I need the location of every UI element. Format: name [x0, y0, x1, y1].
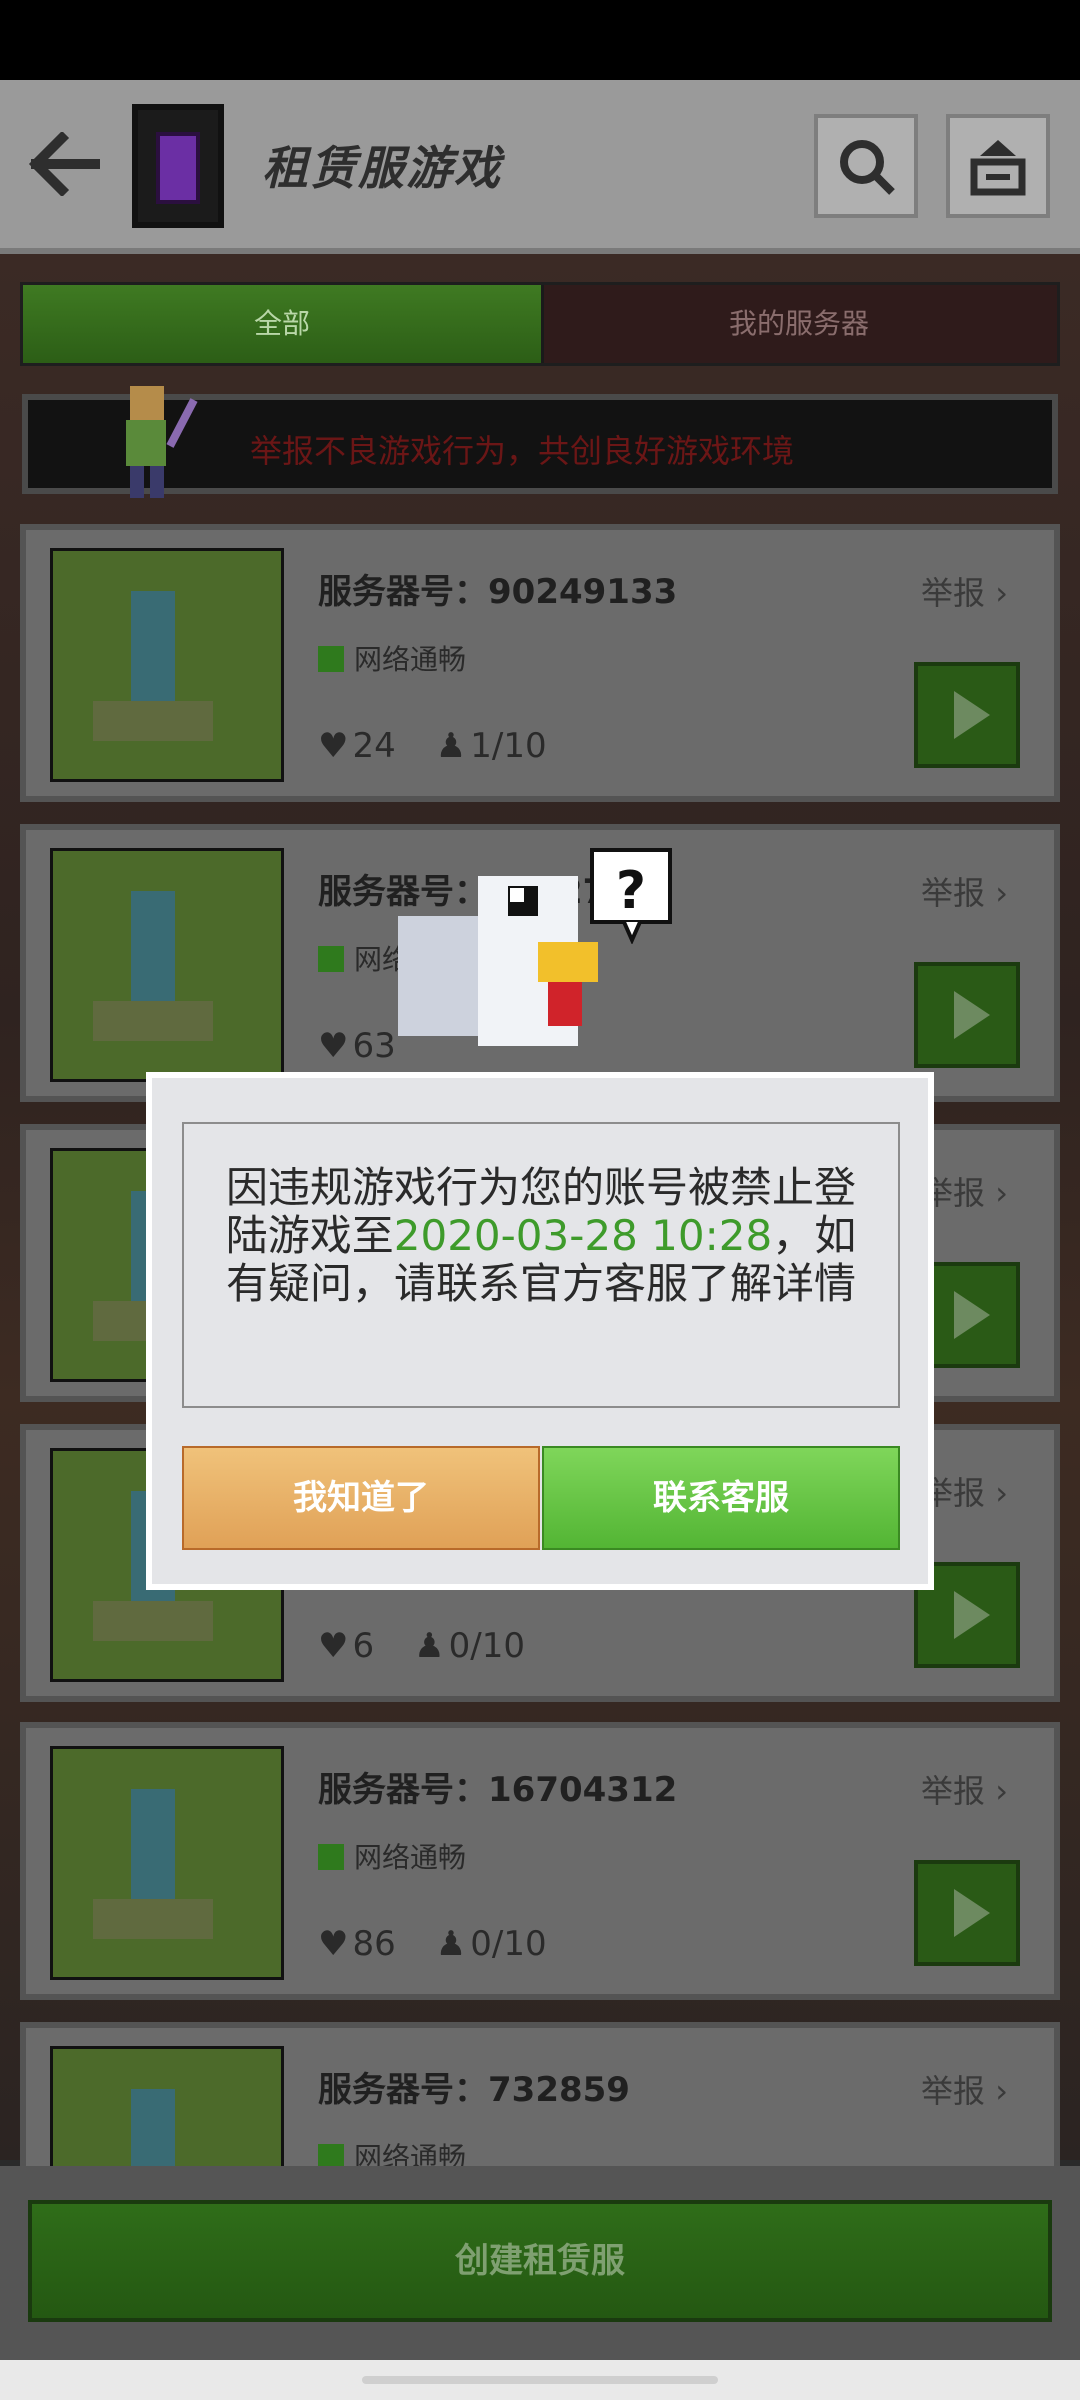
contact-support-button[interactable]: 联系客服	[542, 1446, 900, 1550]
player-icon: ♟	[435, 726, 467, 766]
report-link[interactable]: 举报 ›	[921, 1468, 1008, 1514]
back-arrow-icon[interactable]	[28, 130, 101, 198]
question-bubble-icon: ?	[590, 848, 672, 945]
signal-icon	[318, 1844, 344, 1870]
server-thumbnail	[50, 1746, 284, 1980]
signal-icon	[318, 946, 344, 972]
report-link[interactable]: 举报 ›	[921, 2066, 1008, 2112]
server-thumbnail	[50, 848, 284, 1082]
ban-dialog: 因违规游戏行为您的账号被禁止登陆游戏至2020-03-28 10:28，如有疑问…	[146, 1072, 934, 1590]
upload-icon	[970, 140, 1026, 196]
server-stats: ♥ 86 ♟ 0/10	[318, 1924, 547, 1964]
network-status: 网络通畅	[318, 638, 466, 678]
create-server-button[interactable]: 创建租赁服	[28, 2200, 1052, 2322]
upload-button[interactable]	[946, 114, 1050, 218]
server-thumbnail	[50, 548, 284, 782]
status-bar	[0, 0, 1080, 80]
report-banner[interactable]: 举报不良游戏行为，共创良好游戏环境	[22, 386, 1058, 498]
heart-icon: ♥	[318, 1626, 349, 1666]
server-number: 服务器号：90249133	[318, 572, 678, 612]
message-box: 因违规游戏行为您的账号被禁止登陆游戏至2020-03-28 10:28，如有疑问…	[182, 1122, 900, 1408]
ban-message: 因违规游戏行为您的账号被禁止登陆游戏至2020-03-28 10:28，如有疑问…	[225, 1163, 857, 1308]
svg-text:?: ?	[616, 861, 646, 921]
page-title: 租赁服游戏	[262, 141, 502, 195]
heart-icon: ♥	[318, 726, 349, 766]
play-button[interactable]	[914, 662, 1020, 768]
tab-my-servers[interactable]: 我的服务器	[541, 285, 1057, 363]
report-link[interactable]: 举报 ›	[921, 1168, 1008, 1214]
play-button[interactable]	[914, 1860, 1020, 1966]
server-card[interactable]: 服务器号：90249133 网络通畅 ♥ 24 ♟ 1/10 举报 ›	[20, 524, 1060, 802]
tab-bar: 全部 我的服务器	[20, 282, 1060, 366]
server-number: 服务器号：732859	[318, 2070, 630, 2110]
footer-bar: 创建租赁服	[0, 2166, 1080, 2360]
got-it-button[interactable]: 我知道了	[182, 1446, 540, 1550]
server-thumbnail	[50, 2046, 284, 2166]
server-stats: ♥ 24 ♟ 1/10	[318, 726, 547, 766]
search-button[interactable]	[814, 114, 918, 218]
server-card[interactable]: 服务器号：16704312 网络通畅 ♥ 86 ♟ 0/10 举报 ›	[20, 1722, 1060, 2000]
search-icon	[840, 140, 895, 195]
server-stats: ♥ 6 ♟ 0/10	[318, 1626, 525, 1666]
portal-logo-icon	[132, 104, 224, 228]
report-link[interactable]: 举报 ›	[921, 568, 1008, 614]
heart-icon: ♥	[318, 1924, 349, 1964]
character-icon	[90, 376, 200, 500]
header: 租赁服游戏	[0, 80, 1080, 254]
home-indicator[interactable]	[362, 2376, 718, 2384]
player-icon: ♟	[414, 1626, 445, 1666]
play-button[interactable]	[914, 962, 1020, 1068]
player-icon: ♟	[435, 1924, 467, 1964]
network-status: 网络通畅	[318, 1836, 466, 1876]
report-link[interactable]: 举报 ›	[921, 1766, 1008, 1812]
signal-icon	[318, 646, 344, 672]
navigation-bar	[0, 2360, 1080, 2400]
server-stats: ♥ 63	[318, 1026, 396, 1066]
server-card[interactable]: 服务器号：732859 网络通畅 举报 ›	[20, 2022, 1060, 2172]
server-number: 服务器号：16704312	[318, 1770, 678, 1810]
report-banner-text: 举报不良游戏行为，共创良好游戏环境	[250, 432, 795, 470]
tab-all[interactable]: 全部	[23, 285, 544, 363]
heart-icon: ♥	[318, 1026, 349, 1066]
report-link[interactable]: 举报 ›	[921, 868, 1008, 914]
chicken-mascot-icon	[398, 846, 602, 1076]
